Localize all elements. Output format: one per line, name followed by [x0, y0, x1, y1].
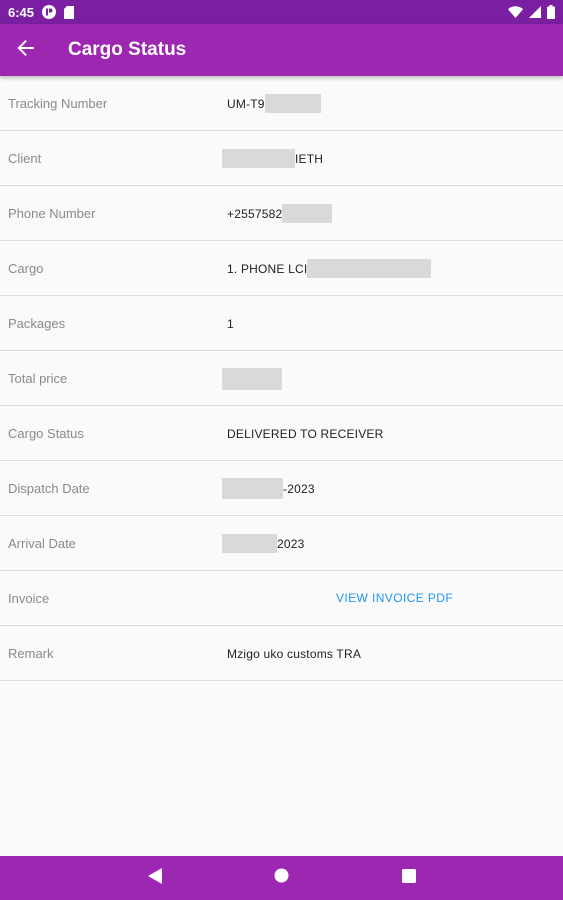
detail-row-total-price: Total price — [0, 351, 563, 406]
redaction-block — [307, 259, 432, 278]
wifi-icon — [508, 6, 523, 18]
nav-recents-button[interactable] — [394, 863, 424, 893]
signal-icon — [529, 6, 541, 18]
row-label: Arrival Date — [8, 536, 76, 551]
home-circle-icon — [274, 868, 289, 888]
value-text: 2023 — [277, 536, 305, 551]
detail-row-cargo: Cargo 1. PHONE LCI — [0, 241, 563, 296]
row-value: 1 — [227, 316, 234, 331]
row-label: Invoice — [8, 591, 50, 606]
value-text: -2023 — [283, 481, 315, 496]
arrow-back-icon — [17, 39, 35, 62]
detail-row-tracking-number: Tracking Number UM-T9 — [0, 76, 563, 131]
app-bar: Cargo Status — [0, 24, 563, 76]
detail-row-dispatch-date: Dispatch Date -2023 — [0, 461, 563, 516]
back-triangle-icon — [147, 867, 162, 889]
detail-row-packages: Packages 1 — [0, 296, 563, 351]
row-value: -2023 — [222, 461, 315, 516]
row-label: Packages — [8, 316, 66, 331]
redaction-block — [264, 94, 321, 113]
value-text: +2557582 — [227, 206, 283, 221]
redaction-block — [222, 534, 277, 553]
row-label: Cargo Status — [8, 426, 84, 441]
row-label: Remark — [8, 646, 54, 661]
detail-row-phone-number: Phone Number +2557582 — [0, 186, 563, 241]
redaction-block — [282, 204, 333, 223]
row-label: Tracking Number — [8, 96, 108, 111]
sd-card-icon — [64, 5, 75, 19]
value-text: IETH — [295, 151, 324, 166]
detail-row-invoice: Invoice VIEW INVOICE PDF — [0, 571, 563, 626]
row-label: Phone Number — [8, 206, 96, 221]
row-value: IETH — [222, 131, 323, 186]
detail-row-cargo-status: Cargo Status DELIVERED TO RECEIVER — [0, 406, 563, 461]
system-nav-bar — [0, 856, 563, 900]
redaction-block — [222, 478, 283, 499]
status-time: 6:45 — [8, 4, 35, 20]
page-title: Cargo Status — [68, 39, 187, 60]
nav-home-button[interactable] — [267, 863, 297, 893]
detail-row-arrival-date: Arrival Date 2023 — [0, 516, 563, 571]
back-button[interactable] — [0, 24, 52, 76]
value-text: 1. PHONE LCI — [227, 261, 308, 276]
row-value: 1. PHONE LCI — [227, 241, 432, 296]
row-value: UM-T9 — [227, 76, 321, 131]
cargo-details-list: Tracking Number UM-T9 Client IETH Phone … — [0, 76, 563, 681]
status-bar: 6:45 — [0, 0, 563, 24]
row-label: Dispatch Date — [8, 481, 90, 496]
row-value — [222, 351, 282, 406]
battery-icon — [547, 5, 555, 19]
redaction-block — [222, 367, 282, 390]
recents-square-icon — [401, 868, 416, 888]
row-value: +2557582 — [227, 186, 333, 241]
detail-row-client: Client IETH — [0, 131, 563, 186]
redaction-block — [222, 149, 295, 168]
row-value: DELIVERED TO RECEIVER — [227, 426, 384, 441]
nav-back-button[interactable] — [140, 863, 170, 893]
row-value: 2023 — [222, 516, 305, 571]
row-value: Mzigo uko customs TRA — [227, 646, 362, 661]
pushbullet-icon — [42, 5, 57, 19]
row-label: Total price — [8, 371, 68, 386]
view-invoice-pdf-link[interactable]: VIEW INVOICE PDF — [336, 571, 453, 626]
row-label: Client — [8, 151, 42, 166]
value-text: UM-T9 — [227, 96, 265, 111]
detail-row-remark: Remark Mzigo uko customs TRA — [0, 626, 563, 681]
row-label: Cargo — [8, 261, 44, 276]
